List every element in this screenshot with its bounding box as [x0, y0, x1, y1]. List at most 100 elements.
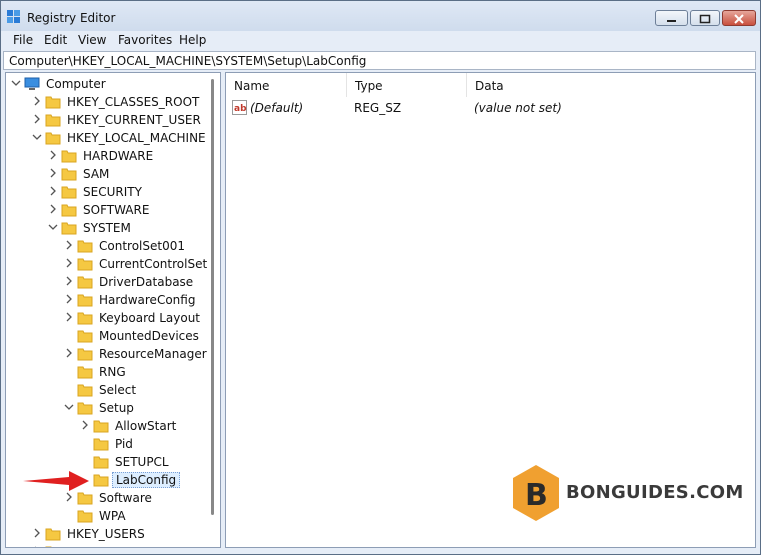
- folder-icon: [61, 168, 77, 181]
- minimize-icon: [667, 20, 676, 22]
- folder-icon: [77, 258, 93, 271]
- folder-icon: [61, 222, 77, 235]
- tree-node-label: SECURITY: [83, 185, 142, 199]
- tree-node-label: Software: [99, 491, 152, 505]
- bonguides-logo-icon: B: [513, 465, 559, 521]
- tree-node-label: Pid: [115, 437, 133, 451]
- tree-node-label: AllowStart: [115, 419, 177, 433]
- address-bar[interactable]: Computer\HKEY_LOCAL_MACHINE\SYSTEM\Setup…: [3, 51, 756, 70]
- tree-scrollbar[interactable]: [207, 73, 220, 547]
- svg-text:ab: ab: [234, 104, 247, 114]
- folder-icon: [93, 474, 109, 487]
- value-name: (Default): [250, 101, 304, 115]
- tree-node-label: ControlSet001: [99, 239, 185, 253]
- folder-icon: [93, 438, 109, 451]
- column-header-type-label: Type: [355, 79, 383, 93]
- chevron-right-icon[interactable]: [63, 347, 75, 359]
- tree-node-label: HKEY_USERS: [67, 527, 145, 541]
- window-title: Registry Editor: [27, 11, 116, 25]
- tree-node-label: ResourceManager: [99, 347, 207, 361]
- minimize-button[interactable]: [655, 10, 688, 26]
- chevron-right-icon[interactable]: [79, 419, 91, 431]
- chevron-right-icon[interactable]: [31, 113, 43, 125]
- maximize-button[interactable]: [690, 10, 720, 26]
- tree-node-label: CurrentControlSet: [99, 257, 208, 271]
- folder-icon: [77, 510, 93, 523]
- folder-icon: [45, 546, 52, 547]
- tree-node-label: HKEY_CLASSES_ROOT: [67, 95, 200, 109]
- folder-icon: [45, 132, 61, 145]
- tree-node-label: Keyboard Layout: [99, 311, 201, 325]
- watermark: B BONGUIDES.COM: [511, 463, 751, 523]
- chevron-right-icon[interactable]: [63, 293, 75, 305]
- chevron-right-icon[interactable]: [31, 545, 43, 548]
- menu-file[interactable]: File: [13, 33, 33, 47]
- tree-node-label: RNG: [99, 365, 126, 379]
- tree-node-label: Computer: [46, 77, 106, 91]
- folder-icon: [77, 330, 93, 343]
- chevron-right-icon[interactable]: [31, 527, 43, 539]
- chevron-down-icon[interactable]: [47, 221, 59, 233]
- tree-node-label: LabConfig: [112, 472, 181, 488]
- tree-node-label: HARDWARE: [83, 149, 154, 163]
- folder-icon: [77, 294, 93, 307]
- menu-edit[interactable]: Edit: [44, 33, 67, 47]
- folder-icon: [77, 312, 93, 325]
- tree-node-label: Select: [99, 383, 137, 397]
- column-header-name[interactable]: Name: [226, 73, 347, 97]
- chevron-right-icon[interactable]: [63, 239, 75, 251]
- maximize-icon: [699, 14, 711, 24]
- tree-node-label: HKEY_CURRENT_CONFIG: [67, 545, 215, 547]
- folder-icon: [77, 348, 93, 361]
- title-bar[interactable]: Registry Editor: [1, 1, 760, 31]
- column-header-type[interactable]: Type: [347, 73, 467, 97]
- value-row[interactable]: ab (Default) REG_SZ (value not set): [226, 99, 755, 117]
- folder-icon: [93, 420, 109, 433]
- tree-node-label: SETUPCL: [115, 455, 169, 469]
- red-arrow-icon: [23, 471, 89, 491]
- value-data: (value not set): [474, 101, 562, 115]
- computer-icon: [24, 77, 40, 90]
- folder-icon: [77, 402, 93, 415]
- tree-node-label: HKEY_LOCAL_MACHINE: [67, 131, 206, 145]
- chevron-down-icon[interactable]: [63, 401, 75, 413]
- chevron-right-icon[interactable]: [47, 185, 59, 197]
- chevron-down-icon[interactable]: [31, 131, 43, 143]
- tree-scrollbar-thumb[interactable]: [211, 79, 214, 515]
- tree-node-label: HardwareConfig: [99, 293, 196, 307]
- menu-view[interactable]: View: [78, 33, 106, 47]
- menu-favorites[interactable]: Favorites: [118, 33, 172, 47]
- chevron-right-icon[interactable]: [63, 275, 75, 287]
- menu-help[interactable]: Help: [179, 33, 206, 47]
- chevron-right-icon[interactable]: [63, 311, 75, 323]
- tree-node-label: DriverDatabase: [99, 275, 194, 289]
- tree-node-label: SOFTWARE: [83, 203, 150, 217]
- close-button[interactable]: [722, 10, 756, 26]
- value-type: REG_SZ: [354, 101, 402, 115]
- tree-node-label: WPA: [99, 509, 126, 523]
- string-value-icon: ab: [232, 100, 247, 115]
- chevron-down-icon[interactable]: [10, 77, 22, 89]
- folder-icon: [77, 384, 93, 397]
- folder-icon: [77, 492, 93, 505]
- chevron-right-icon[interactable]: [47, 167, 59, 179]
- column-header-data[interactable]: Data: [467, 73, 755, 97]
- folder-icon: [93, 456, 109, 469]
- tree-node-label: HKEY_CURRENT_USER: [67, 113, 201, 127]
- chevron-right-icon[interactable]: [47, 203, 59, 215]
- folder-icon: [61, 150, 77, 163]
- tree-node-label: SAM: [83, 167, 110, 181]
- folder-icon: [77, 366, 93, 379]
- folder-icon: [77, 276, 93, 289]
- menu-bar: File Edit View Favorites Help: [1, 31, 760, 49]
- tree-node-label: SYSTEM: [83, 221, 131, 235]
- watermark-text: BONGUIDES.COM: [566, 482, 744, 503]
- column-header-name-label: Name: [234, 79, 270, 93]
- registry-editor-app-icon: [7, 10, 20, 23]
- column-header-data-label: Data: [475, 79, 504, 93]
- folder-icon: [45, 96, 61, 109]
- chevron-right-icon[interactable]: [31, 95, 43, 107]
- folder-icon: [45, 114, 61, 127]
- chevron-right-icon[interactable]: [47, 149, 59, 161]
- chevron-right-icon[interactable]: [63, 257, 75, 269]
